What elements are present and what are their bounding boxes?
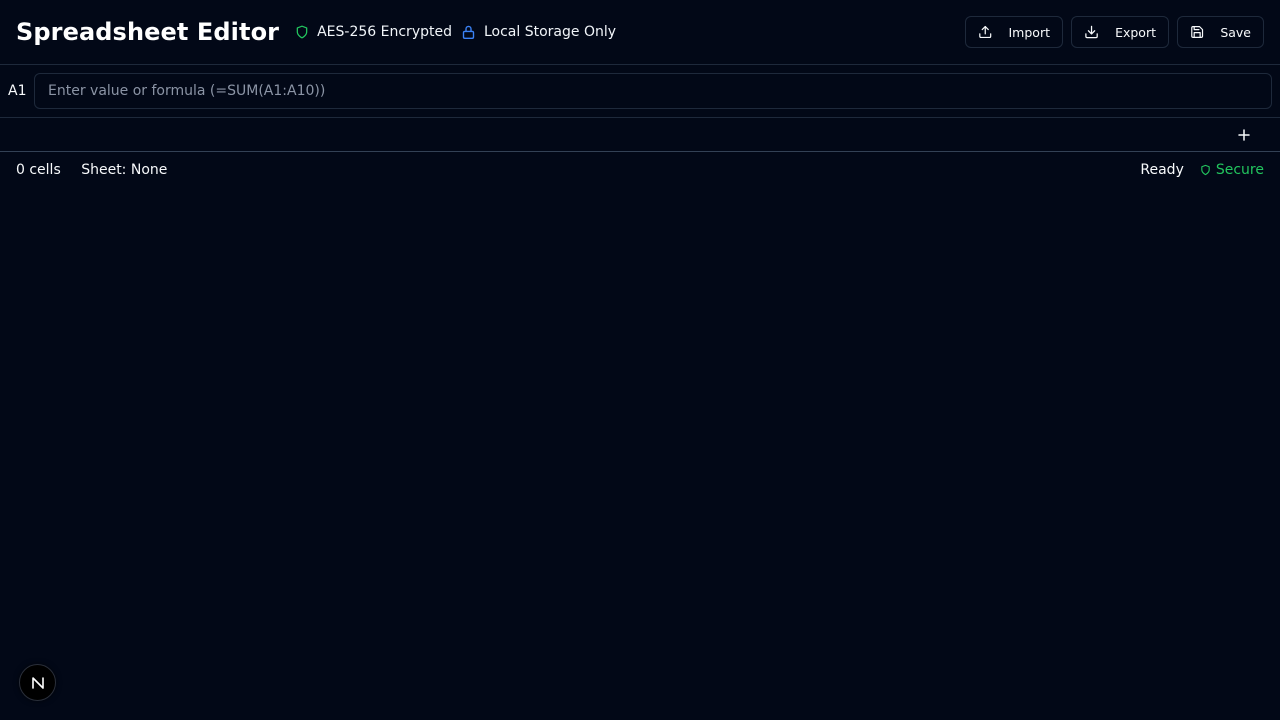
save-button[interactable]: Save [1177, 16, 1264, 48]
plus-icon [1238, 129, 1250, 141]
add-sheet-button[interactable] [1232, 125, 1256, 145]
app-header: Spreadsheet Editor AES-256 Encrypted Loc… [0, 0, 1280, 65]
encryption-badge: AES-256 Encrypted [295, 24, 452, 40]
lock-icon [462, 25, 475, 39]
upload-icon [979, 25, 992, 39]
status-right: Ready Secure [1140, 152, 1264, 188]
active-sheet: Sheet: None [81, 162, 168, 178]
shield-icon [1201, 164, 1210, 176]
status-left: 0 cells Sheet: None [16, 162, 183, 178]
import-button[interactable]: Import [965, 16, 1063, 48]
secure-label: Secure [1215, 162, 1264, 178]
dev-tools-badge[interactable] [19, 664, 56, 701]
save-icon [1191, 26, 1204, 38]
formula-bar: A1 [0, 65, 1280, 118]
status-state: Ready [1140, 162, 1184, 178]
export-button-label: Export [1115, 24, 1156, 40]
sheet-tabs-bar [0, 118, 1280, 152]
import-button-label: Import [1008, 24, 1051, 40]
cell-reference: A1 [8, 83, 27, 99]
shield-icon [296, 25, 308, 39]
save-button-label: Save [1220, 24, 1251, 40]
storage-badge-label: Local Storage Only [483, 24, 617, 40]
formula-input[interactable] [34, 73, 1272, 109]
cell-count: 0 cells [16, 162, 61, 178]
status-bar: 0 cells Sheet: None Ready Secure [0, 152, 1280, 188]
storage-badge: Local Storage Only [461, 24, 616, 40]
nextjs-logo-icon [31, 676, 44, 689]
header-actions: Import Export Save [965, 16, 1264, 48]
download-icon [1085, 25, 1098, 39]
export-button[interactable]: Export [1071, 16, 1169, 48]
secure-indicator: Secure [1200, 162, 1264, 178]
encryption-badge-label: AES-256 Encrypted [317, 24, 452, 40]
page-title: Spreadsheet Editor [16, 18, 280, 46]
